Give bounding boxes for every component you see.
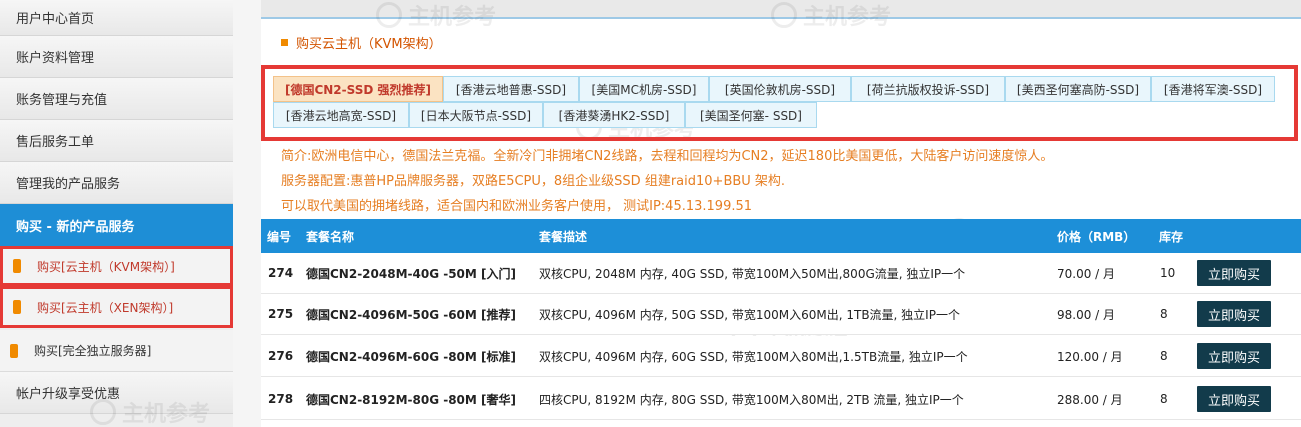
sidebar-item-buy-new[interactable]: 购买 - 新的产品服务 xyxy=(0,204,233,246)
main-panel: 主机参考 主机参考 主机参考 主机参考 主机参考 购买云主机（KVM架构） [德… xyxy=(261,2,1301,427)
tab-hk-yundi-puhui[interactable]: [香港云地普惠-SSD] xyxy=(443,76,579,102)
sidebar-subitem-buy-kvm[interactable]: 购买[云主机（KVM架构）] xyxy=(0,246,233,286)
watermark: 主机参考 xyxy=(771,0,891,31)
sidebar-subitem-label: 购买[云主机（KVM架构）] xyxy=(37,259,175,274)
sidebar-item-account-info[interactable]: 账户资料管理 xyxy=(0,36,233,78)
tab-us-mc[interactable]: [美国MC机房-SSD] xyxy=(579,76,709,102)
plan-price: 70.00 / 月 xyxy=(1057,266,1116,281)
plan-stock: 8 xyxy=(1160,349,1168,363)
tab-germany-cn2[interactable]: [德国CN2-SSD 强烈推荐] xyxy=(273,76,443,102)
plan-stock: 8 xyxy=(1160,307,1168,321)
sidebar-subitem-label: 购买[云主机（XEN架构）] xyxy=(37,300,174,315)
buy-now-button[interactable]: 立即购买 xyxy=(1197,260,1271,286)
sidebar-item-label: 账户资料管理 xyxy=(16,51,95,66)
column-header-id: 编号 xyxy=(267,229,292,244)
table-row: 275 德国CN2-4096M-50G -60M [推荐] 双核CPU, 409… xyxy=(261,294,1301,335)
plan-id: 274 xyxy=(268,266,294,280)
sidebar-item-tickets[interactable]: 售后服务工单 xyxy=(0,120,233,162)
plan-desc: 双核CPU, 2048M 内存, 40G SSD, 带宽100M入50M出,80… xyxy=(539,266,966,281)
tab-hk-kwaichung-hk2[interactable]: [香港葵湧HK2-SSD] xyxy=(543,102,685,128)
plan-price: 98.00 / 月 xyxy=(1057,307,1116,322)
tab-hk-tko[interactable]: [香港将军澳-SSD] xyxy=(1151,76,1275,102)
sidebar-item-upgrade[interactable]: 帐户升级享受优惠 xyxy=(0,372,233,414)
server-config-text: 服务器配置:惠普HP品牌服务器，双路E5CPU，8组企业级SSD 组建raid1… xyxy=(281,174,786,189)
plan-desc: 双核CPU, 4096M 内存, 60G SSD, 带宽100M入80M出,1.… xyxy=(539,349,968,364)
watermark: 主机参考 xyxy=(376,0,496,31)
column-header-desc: 套餐描述 xyxy=(539,229,588,244)
sidebar-item-label: 购买 - 新的产品服务 xyxy=(16,219,135,235)
plan-price: 120.00 / 月 xyxy=(1057,349,1123,364)
buy-now-button[interactable]: 立即购买 xyxy=(1197,343,1271,369)
plan-desc: 双核CPU, 4096M 内存, 50G SSD, 带宽100M入60M出, 1… xyxy=(539,307,960,322)
sidebar-item-home[interactable]: 用户中心首页 xyxy=(0,0,233,36)
bullet-icon xyxy=(10,343,18,358)
tab-us-sanjose[interactable]: [美国圣何塞- SSD] xyxy=(685,102,817,128)
sidebar-item-label: 用户中心首页 xyxy=(16,12,95,27)
watermark-logo-icon xyxy=(376,2,402,28)
column-header-name: 套餐名称 xyxy=(306,229,355,244)
sidebar-gap xyxy=(233,0,261,427)
sidebar-item-label: 管理我的产品服务 xyxy=(16,177,121,192)
column-header-stock: 库存 xyxy=(1159,229,1184,244)
plan-name: 德国CN2-4096M-60G -80M [标准] xyxy=(306,349,516,364)
section-title-text: 购买云主机（KVM架构） xyxy=(296,37,442,52)
plans-table-header: 编号 套餐名称 套餐描述 价格（RMB） 库存 xyxy=(261,219,1301,253)
usage-text: 可以取代美国的拥堵线路，适合国内和欧洲业务客户使用， 测试IP:45.13.19… xyxy=(281,199,753,214)
plan-id: 276 xyxy=(268,349,294,363)
tab-us-west-sanjose-ddos[interactable]: [美西圣何塞高防-SSD] xyxy=(1005,76,1151,102)
intro-text: 简介:欧洲电信中心，德国法兰克福。全新冷门非拥堵CN2线路，去程和回程均为CN2… xyxy=(281,149,1054,164)
table-row: 274 德国CN2-2048M-40G -50M [入门] 双核CPU, 204… xyxy=(261,253,1301,294)
plan-name: 德国CN2-2048M-40G -50M [入门] xyxy=(306,266,516,281)
tab-uk-london[interactable]: [英国伦敦机房-SSD] xyxy=(709,76,851,102)
plan-price: 288.00 / 月 xyxy=(1057,392,1123,407)
table-row: 276 德国CN2-4096M-60G -80M [标准] 双核CPU, 409… xyxy=(261,336,1301,377)
sidebar-subitem-buy-xen[interactable]: 购买[云主机（XEN架构）] xyxy=(0,286,233,328)
plan-stock: 8 xyxy=(1160,392,1168,406)
plan-id: 278 xyxy=(268,392,294,406)
title-marker-icon xyxy=(281,39,288,46)
table-row: 278 德国CN2-8192M-80G -80M [奢华] 四核CPU, 819… xyxy=(261,379,1301,420)
tab-netherlands[interactable]: [荷兰抗版权投诉-SSD] xyxy=(851,76,1005,102)
sidebar-item-label: 账务管理与充值 xyxy=(16,93,108,108)
sidebar-item-label: 售后服务工单 xyxy=(16,135,95,150)
sidebar-subitem-buy-dedicated[interactable]: 购买[完全独立服务器] xyxy=(0,330,233,372)
bullet-icon xyxy=(13,259,21,273)
tab-hk-yundi-gaokuan[interactable]: [香港云地高宽-SSD] xyxy=(273,102,409,128)
sidebar-subitem-label: 购买[完全独立服务器] xyxy=(34,344,152,358)
plan-stock: 10 xyxy=(1160,266,1176,280)
watermark-logo-icon xyxy=(771,2,797,28)
buy-now-button[interactable]: 立即购买 xyxy=(1197,301,1271,327)
bullet-icon xyxy=(13,300,21,314)
section-title: 购买云主机（KVM架构） xyxy=(281,33,442,52)
sidebar-item-billing[interactable]: 账务管理与充值 xyxy=(0,78,233,120)
sidebar-item-my-services[interactable]: 管理我的产品服务 xyxy=(0,162,233,204)
sidebar: 用户中心首页 账户资料管理 账务管理与充值 售后服务工单 管理我的产品服务 购买… xyxy=(0,0,233,427)
plan-id: 275 xyxy=(268,307,294,321)
plan-desc: 四核CPU, 8192M 内存, 80G SSD, 带宽100M入80M出, 2… xyxy=(539,392,964,407)
plan-name: 德国CN2-8192M-80G -80M [奢华] xyxy=(306,392,516,407)
plan-name: 德国CN2-4096M-50G -60M [推荐] xyxy=(306,307,516,322)
datacenter-tabs: [德国CN2-SSD 强烈推荐] [香港云地普惠-SSD] [美国MC机房-SS… xyxy=(261,65,1298,141)
tab-japan-osaka[interactable]: [日本大阪节点-SSD] xyxy=(409,102,543,128)
buy-now-button[interactable]: 立即购买 xyxy=(1197,386,1271,412)
column-header-price: 价格（RMB） xyxy=(1057,229,1136,244)
sidebar-item-label: 帐户升级享受优惠 xyxy=(16,387,121,402)
